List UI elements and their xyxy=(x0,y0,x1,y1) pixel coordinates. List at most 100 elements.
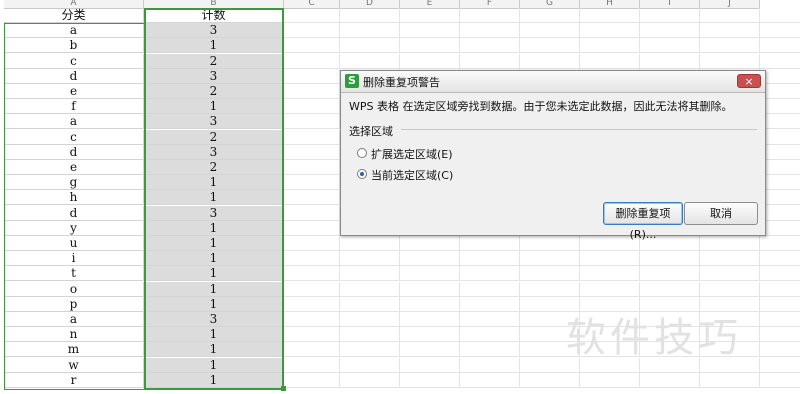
empty-cell[interactable] xyxy=(284,206,340,221)
empty-cell[interactable] xyxy=(460,297,520,312)
empty-cell[interactable] xyxy=(640,282,700,297)
empty-cell[interactable] xyxy=(760,266,800,281)
category-cell[interactable]: w xyxy=(4,358,144,373)
count-cell[interactable]: 2 xyxy=(144,130,284,145)
empty-cell[interactable] xyxy=(520,54,580,69)
category-cell[interactable]: e xyxy=(4,84,144,99)
empty-cell[interactable] xyxy=(520,373,580,388)
empty-cell[interactable] xyxy=(284,327,340,342)
category-cell[interactable]: b xyxy=(4,38,144,53)
count-cell[interactable]: 1 xyxy=(144,358,284,373)
empty-cell[interactable] xyxy=(580,373,640,388)
empty-cell[interactable] xyxy=(284,190,340,205)
dialog-titlebar[interactable]: S 删除重复项警告 × xyxy=(341,71,765,93)
empty-cell[interactable] xyxy=(340,297,400,312)
count-cell[interactable]: 1 xyxy=(144,99,284,114)
empty-cell[interactable] xyxy=(460,282,520,297)
empty-cell[interactable] xyxy=(284,358,340,373)
empty-cell[interactable] xyxy=(760,84,800,99)
empty-cell[interactable] xyxy=(700,373,760,388)
expand-selection-radio[interactable] xyxy=(357,148,367,158)
category-cell[interactable]: p xyxy=(4,297,144,312)
remove-duplicates-button[interactable]: 删除重复项(R)... xyxy=(603,202,683,241)
empty-cell[interactable] xyxy=(580,23,640,38)
empty-cell[interactable] xyxy=(640,8,700,23)
category-cell[interactable]: r xyxy=(4,373,144,388)
empty-cell[interactable] xyxy=(760,23,800,38)
empty-cell[interactable] xyxy=(700,282,760,297)
empty-cell[interactable] xyxy=(700,38,760,53)
empty-cell[interactable] xyxy=(520,266,580,281)
empty-cell[interactable] xyxy=(284,84,340,99)
empty-cell[interactable] xyxy=(760,114,800,129)
count-cell[interactable]: 2 xyxy=(144,54,284,69)
empty-cell[interactable] xyxy=(580,266,640,281)
empty-cell[interactable] xyxy=(640,54,700,69)
empty-cell[interactable] xyxy=(460,23,520,38)
count-cell[interactable]: 3 xyxy=(144,23,284,38)
empty-cell[interactable] xyxy=(760,312,800,327)
count-cell[interactable]: 3 xyxy=(144,206,284,221)
empty-cell[interactable] xyxy=(284,69,340,84)
empty-cell[interactable] xyxy=(460,54,520,69)
empty-cell[interactable] xyxy=(580,251,640,266)
empty-cell[interactable] xyxy=(700,266,760,281)
empty-cell[interactable] xyxy=(640,38,700,53)
empty-cell[interactable] xyxy=(284,251,340,266)
category-cell[interactable]: y xyxy=(4,221,144,236)
empty-cell[interactable] xyxy=(284,266,340,281)
count-cell[interactable]: 1 xyxy=(144,282,284,297)
count-cell[interactable]: 1 xyxy=(144,251,284,266)
empty-cell[interactable] xyxy=(340,236,400,251)
empty-cell[interactable] xyxy=(284,8,340,23)
empty-cell[interactable] xyxy=(760,99,800,114)
empty-cell[interactable] xyxy=(460,8,520,23)
empty-cell[interactable] xyxy=(700,251,760,266)
empty-cell[interactable] xyxy=(760,8,800,23)
empty-cell[interactable] xyxy=(700,54,760,69)
empty-cell[interactable] xyxy=(284,38,340,53)
count-cell[interactable]: 1 xyxy=(144,327,284,342)
empty-cell[interactable] xyxy=(284,221,340,236)
empty-cell[interactable] xyxy=(760,38,800,53)
empty-cell[interactable] xyxy=(760,373,800,388)
header-cell-category[interactable]: 分类 xyxy=(4,8,144,23)
empty-cell[interactable] xyxy=(520,236,580,251)
empty-cell[interactable] xyxy=(760,358,800,373)
empty-cell[interactable] xyxy=(460,236,520,251)
empty-cell[interactable] xyxy=(520,251,580,266)
empty-cell[interactable] xyxy=(760,54,800,69)
empty-cell[interactable] xyxy=(580,38,640,53)
empty-cell[interactable] xyxy=(400,38,460,53)
empty-cell[interactable] xyxy=(760,175,800,190)
empty-cell[interactable] xyxy=(460,312,520,327)
empty-cell[interactable] xyxy=(760,251,800,266)
empty-cell[interactable] xyxy=(340,23,400,38)
empty-cell[interactable] xyxy=(284,130,340,145)
empty-cell[interactable] xyxy=(284,373,340,388)
empty-cell[interactable] xyxy=(284,342,340,357)
empty-cell[interactable] xyxy=(640,266,700,281)
empty-cell[interactable] xyxy=(460,358,520,373)
empty-cell[interactable] xyxy=(400,312,460,327)
empty-cell[interactable] xyxy=(520,8,580,23)
category-cell[interactable]: u xyxy=(4,236,144,251)
empty-cell[interactable] xyxy=(340,312,400,327)
count-cell[interactable]: 1 xyxy=(144,190,284,205)
empty-cell[interactable] xyxy=(400,251,460,266)
empty-cell[interactable] xyxy=(284,236,340,251)
empty-cell[interactable] xyxy=(700,236,760,251)
count-cell[interactable]: 2 xyxy=(144,84,284,99)
count-cell[interactable]: 2 xyxy=(144,160,284,175)
empty-cell[interactable] xyxy=(580,8,640,23)
empty-cell[interactable] xyxy=(400,297,460,312)
empty-cell[interactable] xyxy=(580,54,640,69)
current-selection-label[interactable]: 当前选定区域(C) xyxy=(371,167,453,183)
category-cell[interactable]: c xyxy=(4,130,144,145)
category-cell[interactable]: t xyxy=(4,266,144,281)
empty-cell[interactable] xyxy=(400,236,460,251)
empty-cell[interactable] xyxy=(460,327,520,342)
count-cell[interactable]: 1 xyxy=(144,38,284,53)
category-cell[interactable]: h xyxy=(4,190,144,205)
category-cell[interactable]: a xyxy=(4,23,144,38)
